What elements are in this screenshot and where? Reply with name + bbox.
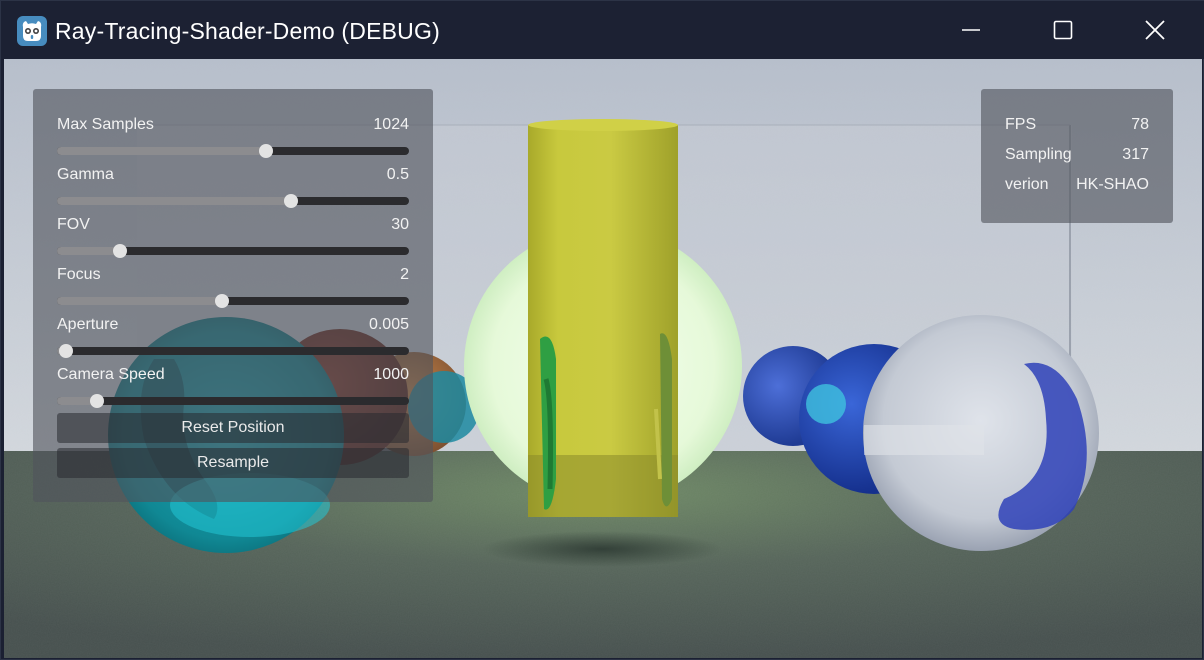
- slider-knob[interactable]: [58, 344, 73, 358]
- slider-knob[interactable]: [259, 144, 274, 158]
- app-window: Ray-Tracing-Shader-Demo (DEBUG) Max Samp…: [0, 0, 1204, 660]
- minimize-button[interactable]: [925, 1, 1017, 59]
- fps-label: FPS: [1005, 116, 1037, 133]
- slider-knob[interactable]: [90, 394, 105, 408]
- resample-button[interactable]: Resample: [57, 448, 409, 478]
- stats-panel: FPS 78 Sampling 317 verion HK-SHAO: [981, 89, 1173, 223]
- max-samples-label: Max Samples: [57, 116, 154, 133]
- camera-speed-slider[interactable]: [57, 394, 409, 408]
- fov-label: FOV: [57, 216, 90, 233]
- sampling-value: 317: [1122, 146, 1149, 163]
- fov-value: 30: [391, 216, 409, 233]
- aperture-slider[interactable]: [57, 344, 409, 358]
- aperture-value: 0.005: [368, 316, 409, 333]
- maximize-button[interactable]: [1017, 1, 1109, 59]
- maximize-icon: [1053, 20, 1073, 40]
- version-value: HK-SHAO: [1076, 176, 1149, 193]
- render-viewport[interactable]: Max Samples 1024 Gamma 0.5 FOV 30 Focus …: [4, 59, 1202, 658]
- slider-knob[interactable]: [284, 194, 299, 208]
- focus-value: 2: [400, 266, 409, 283]
- fov-slider[interactable]: [57, 244, 409, 258]
- focus-slider[interactable]: [57, 294, 409, 308]
- camera-speed-label: Camera Speed: [57, 366, 165, 383]
- gamma-slider[interactable]: [57, 194, 409, 208]
- camera-speed-value: 1000: [373, 366, 409, 383]
- slider-knob[interactable]: [215, 294, 230, 308]
- focus-label: Focus: [57, 266, 101, 283]
- reset-position-button[interactable]: Reset Position: [57, 413, 409, 443]
- title-bar[interactable]: Ray-Tracing-Shader-Demo (DEBUG): [1, 1, 1204, 59]
- gamma-label: Gamma: [57, 166, 114, 183]
- fps-value: 78: [1131, 116, 1149, 133]
- close-icon: [1145, 20, 1165, 40]
- window-title: Ray-Tracing-Shader-Demo (DEBUG): [55, 18, 440, 44]
- slider-knob[interactable]: [113, 244, 128, 258]
- aperture-label: Aperture: [57, 316, 119, 333]
- godot-icon: [17, 16, 47, 46]
- version-label: verion: [1005, 176, 1049, 193]
- max-samples-value: 1024: [373, 116, 409, 133]
- settings-panel: Max Samples 1024 Gamma 0.5 FOV 30 Focus …: [33, 89, 433, 502]
- close-button[interactable]: [1109, 1, 1201, 59]
- gamma-value: 0.5: [386, 166, 409, 183]
- sampling-label: Sampling: [1005, 146, 1072, 163]
- max-samples-slider[interactable]: [57, 144, 409, 158]
- minimize-icon: [962, 29, 980, 31]
